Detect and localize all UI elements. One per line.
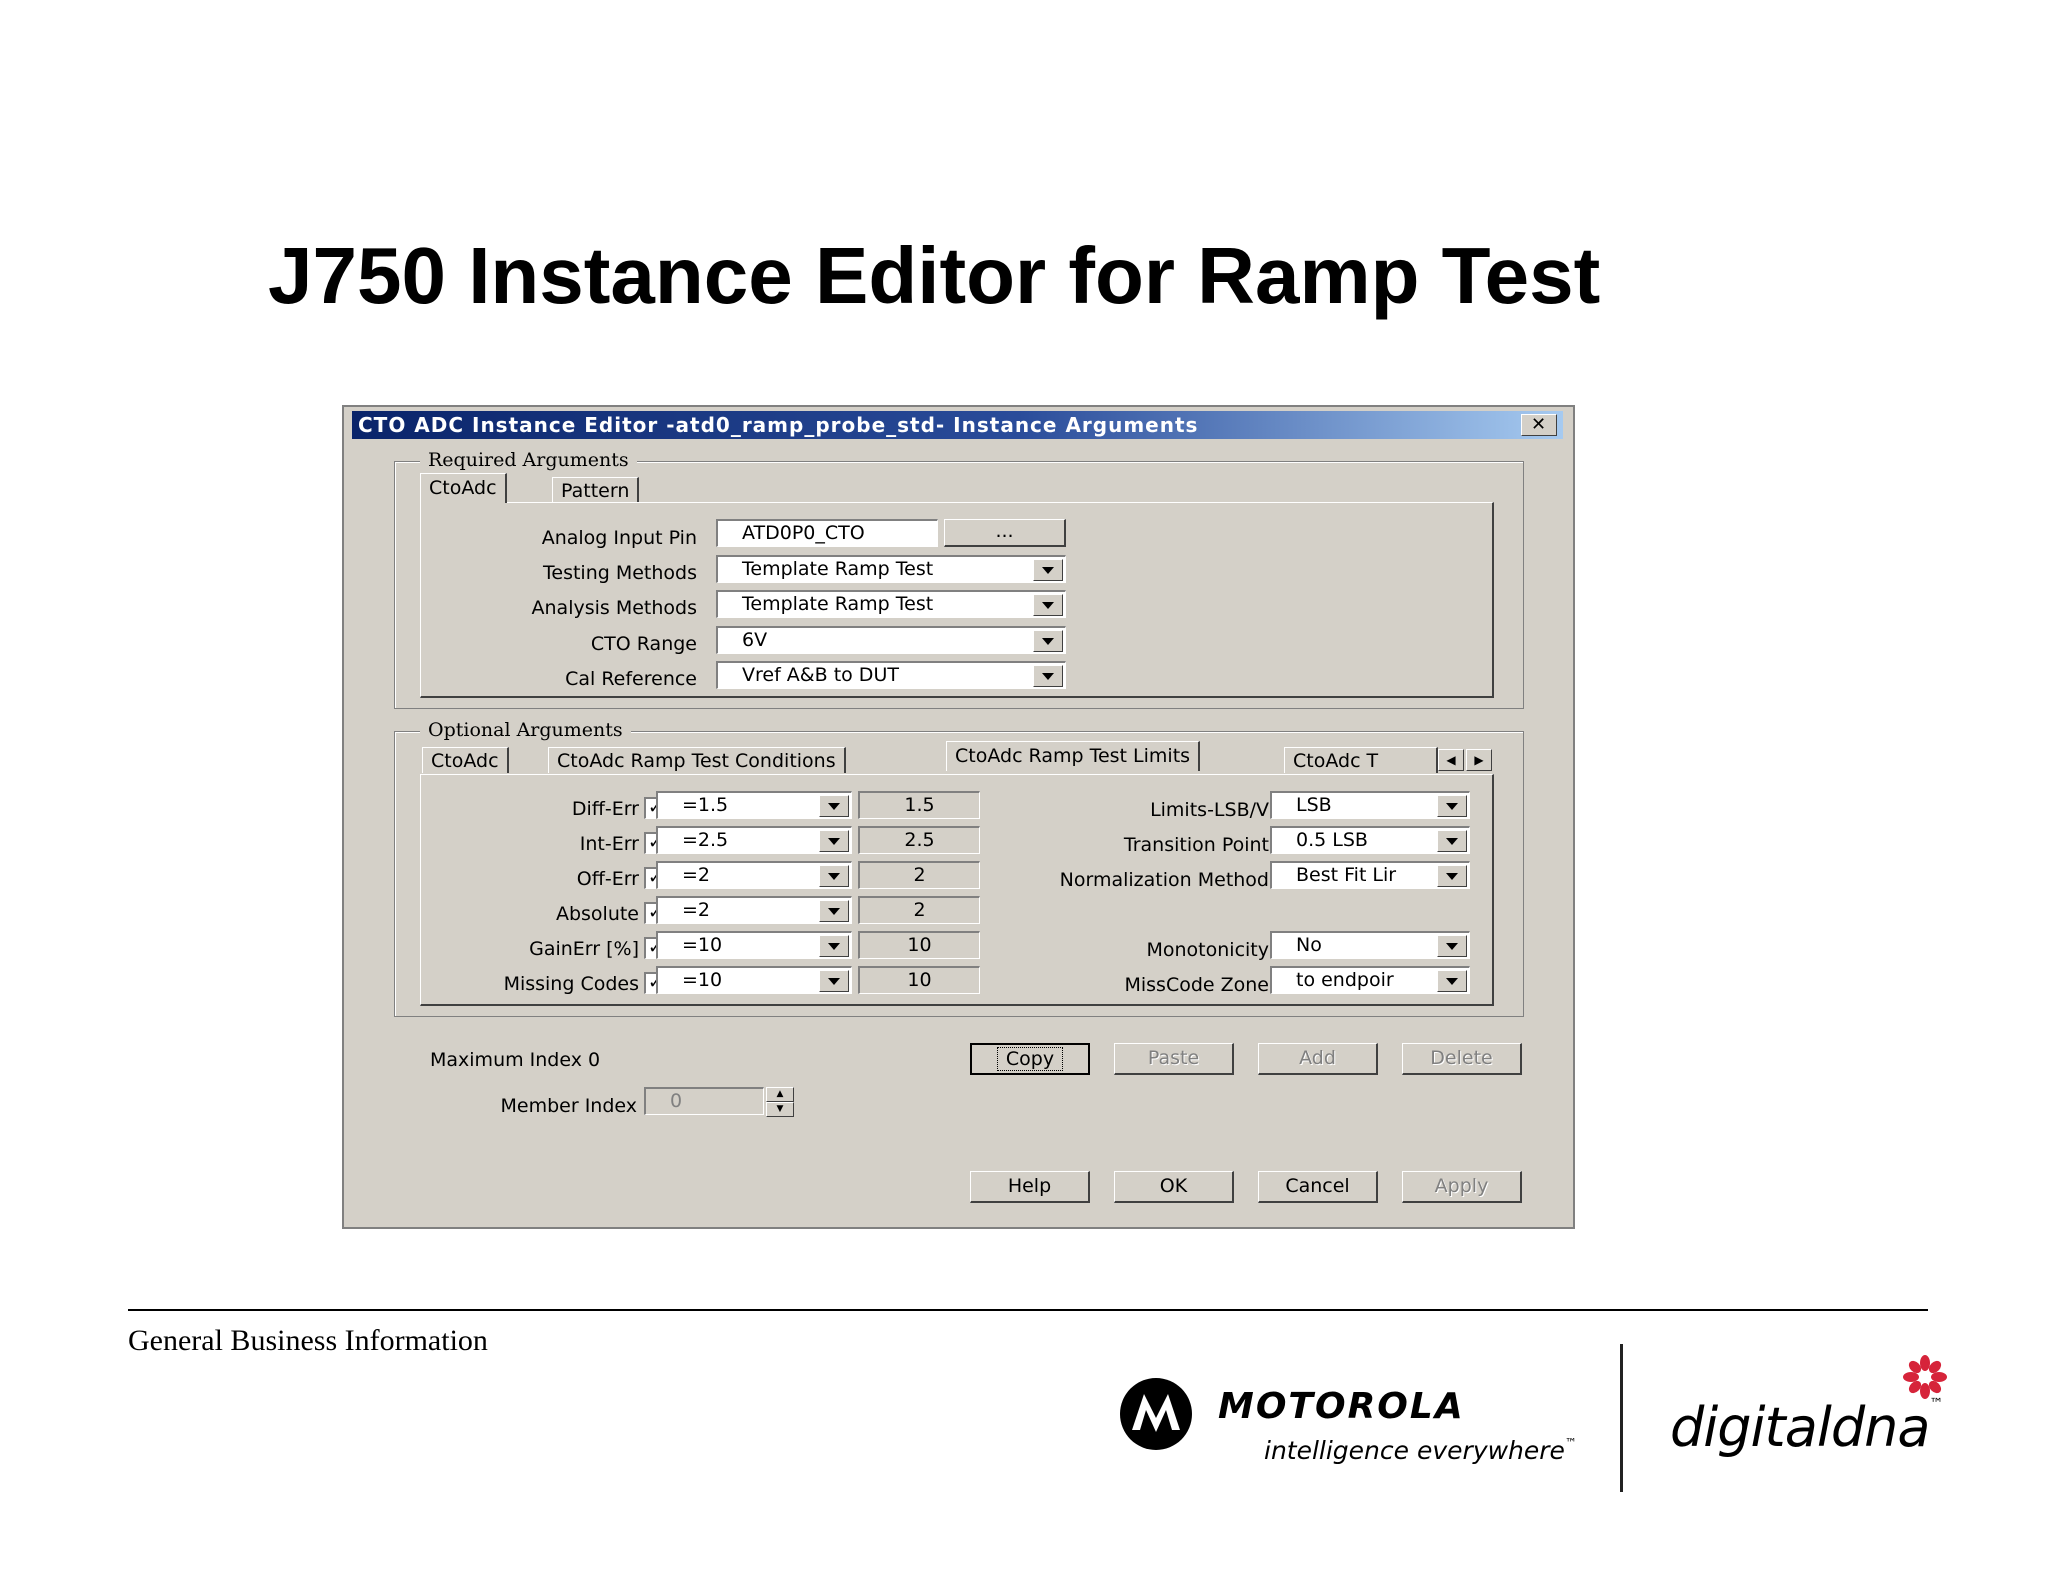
chevron-down-icon[interactable]	[1437, 830, 1467, 852]
tab-optional-ramp-conditions[interactable]: CtoAdc Ramp Test Conditions	[548, 747, 846, 773]
int-err-select[interactable]: =2.5	[656, 826, 852, 854]
analog-input-pin-label: Analog Input Pin	[541, 527, 697, 549]
diff-err-value: 1.5	[858, 791, 980, 819]
logo-divider	[1620, 1344, 1623, 1492]
analog-input-pin-field[interactable]: ATD0P0_CTO	[716, 519, 938, 547]
analysis-methods-label: Analysis Methods	[531, 597, 697, 619]
tab-optional-ctoadc[interactable]: CtoAdc	[422, 747, 509, 773]
chevron-down-icon[interactable]	[1033, 665, 1063, 687]
slide-title: J750 Instance Editor for Ramp Test	[268, 231, 1601, 320]
chevron-down-icon[interactable]	[1033, 559, 1063, 581]
triangle-up-icon: ▲	[776, 1089, 784, 1099]
instance-editor-dialog: CTO ADC Instance Editor -atd0_ramp_probe…	[342, 405, 1575, 1229]
absolute-label: Absolute	[555, 903, 639, 925]
maximum-index-label: Maximum Index 0	[430, 1049, 601, 1071]
tab-required-pattern[interactable]: Pattern	[552, 477, 640, 503]
gain-err-select[interactable]: =10	[656, 931, 852, 959]
off-err-label: Off-Err	[576, 868, 639, 890]
tab-scroll-right-button[interactable]: ▶	[1466, 749, 1492, 771]
int-err-label: Int-Err	[579, 833, 639, 855]
chevron-down-icon[interactable]	[1437, 970, 1467, 992]
member-index-label: Member Index	[500, 1095, 638, 1117]
motorola-logo-icon	[1120, 1378, 1192, 1450]
transition-point-label: Transition Point	[1123, 834, 1269, 856]
tab-scroll-left-button[interactable]: ◀	[1438, 749, 1464, 771]
off-err-select[interactable]: =2	[656, 861, 852, 889]
chevron-down-icon[interactable]	[1437, 935, 1467, 957]
misscode-zone-select[interactable]: to endpoir	[1270, 966, 1470, 994]
member-index-field[interactable]: 0	[644, 1087, 764, 1115]
digitaldna-star-icon	[1903, 1355, 1947, 1399]
chevron-down-icon[interactable]	[1437, 865, 1467, 887]
normalization-method-select[interactable]: Best Fit Lir	[1270, 861, 1470, 889]
chevron-down-icon[interactable]	[819, 935, 849, 957]
int-err-value: 2.5	[858, 826, 980, 854]
missing-codes-label: Missing Codes	[503, 973, 639, 995]
monotonicity-label: Monotonicity	[1146, 939, 1270, 961]
cal-reference-label: Cal Reference	[565, 668, 697, 690]
cto-range-label: CTO Range	[590, 633, 697, 655]
close-button[interactable]: ✕	[1521, 414, 1557, 436]
chevron-down-icon[interactable]	[819, 900, 849, 922]
add-button[interactable]: Add	[1258, 1043, 1378, 1075]
diff-err-label: Diff-Err	[571, 798, 639, 820]
chevron-down-icon[interactable]	[819, 795, 849, 817]
ok-button[interactable]: OK	[1114, 1171, 1234, 1203]
limits-lsb-select[interactable]: LSB	[1270, 791, 1470, 819]
footer-rule	[128, 1309, 1928, 1311]
normalization-method-label: Normalization Method	[1059, 869, 1269, 891]
chevron-down-icon[interactable]	[819, 865, 849, 887]
diff-err-select[interactable]: =1.5	[656, 791, 852, 819]
close-icon: ✕	[1530, 414, 1548, 435]
paste-button[interactable]: Paste	[1114, 1043, 1234, 1075]
tab-optional-ramp-limits[interactable]: CtoAdc Ramp Test Limits	[946, 741, 1201, 771]
cancel-button[interactable]: Cancel	[1258, 1171, 1378, 1203]
chevron-down-icon[interactable]	[819, 830, 849, 852]
missing-codes-value: 10	[858, 966, 980, 994]
chevron-down-icon[interactable]	[1437, 795, 1467, 817]
absolute-value: 2	[858, 896, 980, 924]
transition-point-select[interactable]: 0.5 LSB	[1270, 826, 1470, 854]
limits-lsb-label: Limits-LSB/V	[1150, 799, 1269, 821]
dialog-title: CTO ADC Instance Editor -atd0_ramp_probe…	[358, 413, 1199, 437]
gain-err-label: GainErr [%]	[529, 938, 639, 960]
delete-button[interactable]: Delete	[1402, 1043, 1522, 1075]
chevron-down-icon[interactable]	[819, 970, 849, 992]
misscode-zone-label: MissCode Zone	[1124, 974, 1269, 996]
browse-pin-button[interactable]: ...	[944, 519, 1066, 547]
testing-methods-label: Testing Methods	[543, 562, 697, 584]
analysis-methods-select[interactable]: Template Ramp Test	[716, 590, 1066, 618]
triangle-down-icon: ▼	[776, 1104, 784, 1114]
chevron-down-icon[interactable]	[1033, 594, 1063, 616]
copy-button[interactable]: Copy	[970, 1043, 1090, 1075]
tab-required-ctoadc[interactable]: CtoAdc	[420, 473, 507, 503]
member-index-spin-up[interactable]: ▲	[766, 1087, 794, 1102]
optional-arguments-label: Optional Arguments	[420, 719, 631, 741]
dialog-titlebar[interactable]: CTO ADC Instance Editor -atd0_ramp_probe…	[352, 411, 1563, 439]
triangle-left-icon: ◀	[1446, 753, 1456, 767]
testing-methods-select[interactable]: Template Ramp Test	[716, 555, 1066, 583]
monotonicity-select[interactable]: No	[1270, 931, 1470, 959]
motorola-tagline: intelligence everywhere™	[1264, 1436, 1577, 1465]
required-arguments-label: Required Arguments	[420, 449, 637, 471]
cal-reference-select[interactable]: Vref A&B to DUT	[716, 661, 1066, 689]
cto-range-select[interactable]: 6V	[716, 626, 1066, 654]
gain-err-value: 10	[858, 931, 980, 959]
absolute-select[interactable]: =2	[656, 896, 852, 924]
motorola-wordmark: MOTOROLA	[1218, 1386, 1465, 1427]
chevron-down-icon[interactable]	[1033, 630, 1063, 652]
digitaldna-wordmark: digitaldna™	[1670, 1396, 1943, 1459]
apply-button[interactable]: Apply	[1402, 1171, 1522, 1203]
member-index-spin-down[interactable]: ▼	[766, 1102, 794, 1117]
tab-optional-ctoadc-t[interactable]: CtoAdc T	[1284, 747, 1438, 773]
triangle-right-icon: ▶	[1474, 753, 1484, 767]
missing-codes-select[interactable]: =10	[656, 966, 852, 994]
off-err-value: 2	[858, 861, 980, 889]
help-button[interactable]: Help	[970, 1171, 1090, 1203]
footer-text: General Business Information	[128, 1324, 488, 1357]
